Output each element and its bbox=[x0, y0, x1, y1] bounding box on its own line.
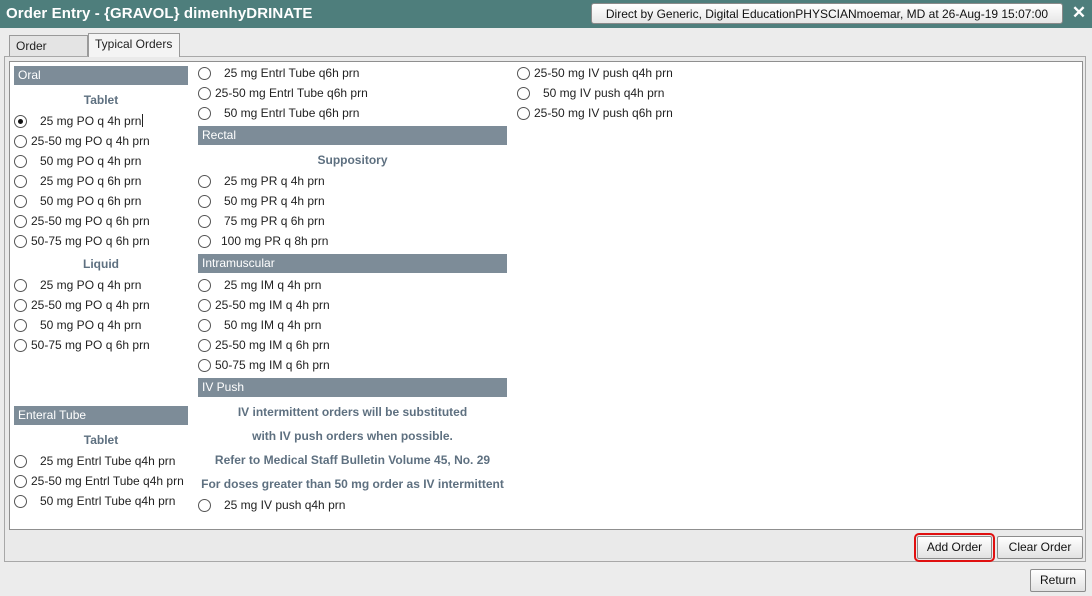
option-label: 50-75 mg PO q 6h prn bbox=[31, 338, 150, 352]
clear-order-button[interactable]: Clear Order bbox=[997, 536, 1083, 559]
radio-button[interactable] bbox=[517, 107, 530, 120]
radio-button[interactable] bbox=[198, 235, 211, 248]
radio-button[interactable] bbox=[198, 107, 211, 120]
radio-button[interactable] bbox=[517, 67, 530, 80]
option-label: 25 mg PR q 4h prn bbox=[224, 174, 325, 188]
option-label: 25-50 mg IV push q4h prn bbox=[534, 66, 673, 80]
radio-button[interactable] bbox=[14, 299, 27, 312]
tab-typical-orders[interactable]: Typical Orders bbox=[88, 33, 180, 57]
radio-button[interactable] bbox=[198, 87, 211, 100]
option-label: 50 mg IM q 4h prn bbox=[224, 318, 322, 332]
section-header-enteral: Enteral Tube bbox=[14, 406, 188, 425]
radio-button[interactable] bbox=[14, 135, 27, 148]
title-bar: Order Entry - {GRAVOL} dimenhyDRINATE Di… bbox=[0, 0, 1092, 28]
rectal-suppository-label: Suppository bbox=[317, 153, 388, 167]
radio-button[interactable] bbox=[198, 279, 211, 292]
option-label: 25-50 mg PO q 4h prn bbox=[31, 134, 150, 148]
return-button[interactable]: Return bbox=[1030, 569, 1086, 592]
option-label: 25 mg IM q 4h prn bbox=[224, 278, 322, 292]
radio-button[interactable] bbox=[14, 495, 27, 508]
option-label: 25-50 mg Entrl Tube q6h prn bbox=[215, 86, 368, 100]
option-label: 25 mg PO q 6h prn bbox=[40, 174, 142, 188]
section-header-iv-push: IV Push bbox=[198, 378, 507, 397]
option-label: 50 mg Entrl Tube q6h prn bbox=[224, 106, 360, 120]
radio-button[interactable] bbox=[198, 499, 211, 512]
radio-button[interactable] bbox=[14, 155, 27, 168]
option-label: 25-50 mg IV push q6h prn bbox=[534, 106, 673, 120]
tab-order-profile[interactable]: Order Profile bbox=[9, 35, 88, 73]
radio-button[interactable] bbox=[14, 319, 27, 332]
section-header-oral: Oral bbox=[14, 66, 188, 85]
option-label: 50-75 mg PO q 6h prn bbox=[31, 234, 150, 248]
radio-button[interactable] bbox=[14, 115, 27, 128]
close-icon[interactable]: ✕ bbox=[1070, 3, 1088, 23]
add-order-button[interactable]: Add Order bbox=[914, 533, 995, 562]
option-label: 25-50 mg PO q 4h prn bbox=[31, 298, 150, 312]
option-label: 50 mg PO q 4h prn bbox=[40, 154, 142, 168]
section-header-intramuscular: Intramuscular bbox=[198, 254, 507, 273]
option-label: 50 mg Entrl Tube q4h prn bbox=[40, 494, 176, 508]
iv-push-note-3: Refer to Medical Staff Bulletin Volume 4… bbox=[214, 453, 491, 467]
option-label: 25-50 mg Entrl Tube q4h prn bbox=[31, 474, 184, 488]
radio-button[interactable] bbox=[198, 319, 211, 332]
option-label: 50 mg PR q 4h prn bbox=[224, 194, 325, 208]
option-label: 25 mg PO q 4h prn bbox=[40, 114, 144, 128]
option-label: 50 mg PO q 6h prn bbox=[40, 194, 142, 208]
option-label: 50 mg IV push q4h prn bbox=[543, 86, 665, 100]
option-label: 75 mg PR q 6h prn bbox=[224, 214, 325, 228]
radio-button[interactable] bbox=[14, 475, 27, 488]
iv-push-note-4: For doses greater than 50 mg order as IV… bbox=[201, 477, 504, 491]
option-label: 25 mg Entrl Tube q4h prn bbox=[40, 454, 176, 468]
iv-push-note-2: with IV push orders when possible. bbox=[252, 429, 453, 443]
radio-button[interactable] bbox=[198, 359, 211, 372]
enteral-tablet-label: Tablet bbox=[83, 433, 119, 447]
radio-button[interactable] bbox=[198, 175, 211, 188]
option-label: 25 mg Entrl Tube q6h prn bbox=[224, 66, 360, 80]
radio-button[interactable] bbox=[14, 235, 27, 248]
radio-button[interactable] bbox=[14, 455, 27, 468]
radio-button[interactable] bbox=[198, 339, 211, 352]
radio-button[interactable] bbox=[198, 215, 211, 228]
radio-button[interactable] bbox=[14, 339, 27, 352]
option-label: 25-50 mg IM q 4h prn bbox=[215, 298, 330, 312]
oral-liquid-label: Liquid bbox=[83, 257, 119, 271]
oral-tablet-label: Tablet bbox=[83, 93, 119, 107]
option-label: 100 mg PR q 8h prn bbox=[221, 234, 329, 248]
iv-push-note-1: IV intermittent orders will be substitut… bbox=[237, 405, 468, 419]
option-label: 25 mg IV push q4h prn bbox=[224, 498, 346, 512]
radio-button[interactable] bbox=[198, 67, 211, 80]
option-label: 25-50 mg PO q 6h prn bbox=[31, 214, 150, 228]
radio-button[interactable] bbox=[14, 195, 27, 208]
window-title: Order Entry - {GRAVOL} dimenhyDRINATE bbox=[6, 5, 313, 22]
prescriber-context-button[interactable]: Direct by Generic, Digital EducationPHYS… bbox=[591, 3, 1063, 24]
option-label: 25-50 mg IM q 6h prn bbox=[215, 338, 330, 352]
option-label: 50 mg PO q 4h prn bbox=[40, 318, 142, 332]
radio-button[interactable] bbox=[198, 195, 211, 208]
section-header-rectal: Rectal bbox=[198, 126, 507, 145]
radio-button[interactable] bbox=[14, 279, 27, 292]
radio-button[interactable] bbox=[198, 299, 211, 312]
text-caret bbox=[142, 114, 144, 127]
radio-button[interactable] bbox=[517, 87, 530, 100]
radio-button[interactable] bbox=[14, 175, 27, 188]
radio-button[interactable] bbox=[14, 215, 27, 228]
option-label: 50-75 mg IM q 6h prn bbox=[215, 358, 330, 372]
option-label: 25 mg PO q 4h prn bbox=[40, 278, 142, 292]
